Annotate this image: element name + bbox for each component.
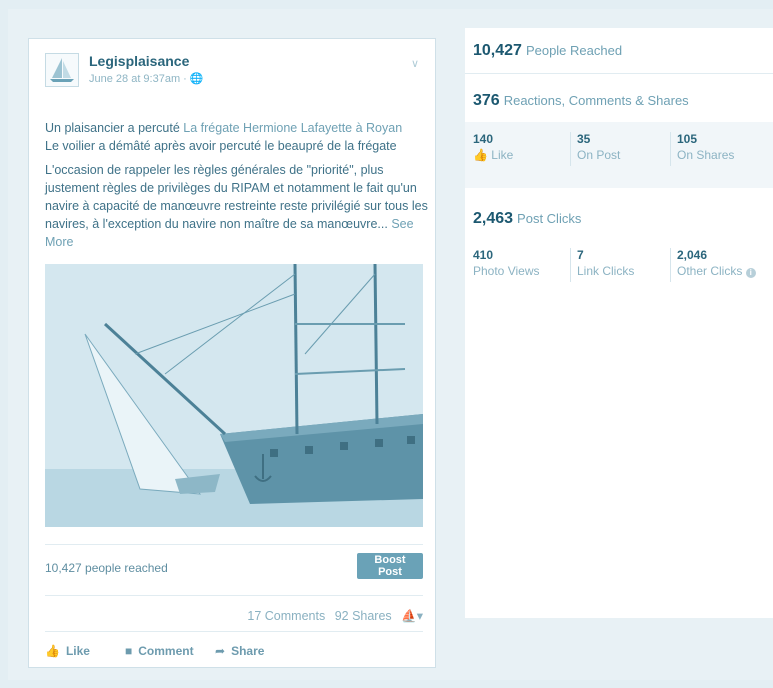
post-date[interactable]: June 28 at 9:37am · xyxy=(89,73,187,85)
divider xyxy=(570,132,571,166)
page-logo[interactable] xyxy=(45,53,79,87)
shares-count[interactable]: 92 Shares xyxy=(335,609,392,623)
reactions-label: Reactions, Comments & Shares xyxy=(503,93,689,108)
reach-row: 10,427 people reached Boost Post xyxy=(45,544,423,579)
stat-like[interactable]: 140 👍 Like xyxy=(473,132,513,172)
info-icon[interactable]: i xyxy=(745,268,756,278)
reactions-number: 376 xyxy=(473,92,500,109)
engagement-counts: 17 Comments 92 Shares ⛵▾ xyxy=(241,608,423,624)
post-text-line1: Un plaisancier a percuté La frégate Herm… xyxy=(45,121,403,153)
sailboat-logo[interactable]: ⛵▾ xyxy=(401,609,423,623)
divider xyxy=(670,132,671,166)
comments-count[interactable]: 17 Comments xyxy=(247,609,325,623)
post-card: Legisplaisance June 28 at 9:37am · 🌐 ∨ U… xyxy=(28,38,436,668)
stat-on-post[interactable]: 35 On Post xyxy=(577,132,620,172)
chevron-down-icon[interactable]: ∨ xyxy=(411,57,419,70)
stat-on-shares[interactable]: 105 On Shares xyxy=(677,132,734,172)
stat-link-clicks[interactable]: 7 Link Clicks xyxy=(577,248,634,288)
insights-panel: 10,427 People Reached 376 Reactions, Comme… xyxy=(465,28,773,618)
share-button[interactable]: ➦ Share xyxy=(215,644,264,658)
reaction-stats: 140 👍 Like 35 On Post 105 On Shares xyxy=(465,122,773,188)
people-reached-text[interactable]: 10,427 people reached xyxy=(45,561,168,575)
comment-icon: ■ xyxy=(125,644,133,658)
counts-row: 17 Comments 92 Shares ⛵▾ xyxy=(45,595,423,632)
post-photo[interactable] xyxy=(45,264,423,527)
clicks-label: Post Clicks xyxy=(517,211,582,226)
like-icon: 👍 xyxy=(45,644,60,658)
post-header: Legisplaisance June 28 at 9:37am · 🌐 ∨ xyxy=(45,53,425,93)
click-stats: 410 Photo Views 7 Link Clicks 2,046 Othe… xyxy=(465,238,773,298)
reach-summary: 10,427 People Reached xyxy=(465,28,773,74)
post-link[interactable]: La frégate Hermione Lafayette à Royan xyxy=(183,121,402,135)
like-button[interactable]: 👍 Like xyxy=(45,644,90,658)
page-name[interactable]: Legisplaisance xyxy=(89,53,189,69)
divider xyxy=(670,248,671,282)
actions-row: 👍 Like ■ Comment ➦ Share xyxy=(45,631,423,668)
clicks-number: 2,463 xyxy=(473,210,514,227)
post-meta: June 28 at 9:37am · 🌐 xyxy=(89,72,204,85)
stat-other-clicks[interactable]: 2,046 Other Clicks i xyxy=(677,248,756,288)
boost-post-button[interactable]: Boost Post xyxy=(357,553,423,579)
stat-photo-views[interactable]: 410 Photo Views xyxy=(473,248,540,288)
reactions-summary: 376 Reactions, Comments & Shares xyxy=(465,74,773,120)
comment-button[interactable]: ■ Comment xyxy=(125,644,194,658)
like-icon: 👍 xyxy=(473,148,488,162)
post-text-para2: L'occasion de rappeler les règles généra… xyxy=(45,163,428,249)
reached-number: 10,427 xyxy=(473,42,522,59)
divider xyxy=(570,248,571,282)
share-icon: ➦ xyxy=(215,644,226,658)
post-text: Un plaisancier a percuté La frégate Herm… xyxy=(45,119,429,257)
reached-label: People Reached xyxy=(525,43,623,58)
globe-icon: 🌐 xyxy=(189,73,204,85)
